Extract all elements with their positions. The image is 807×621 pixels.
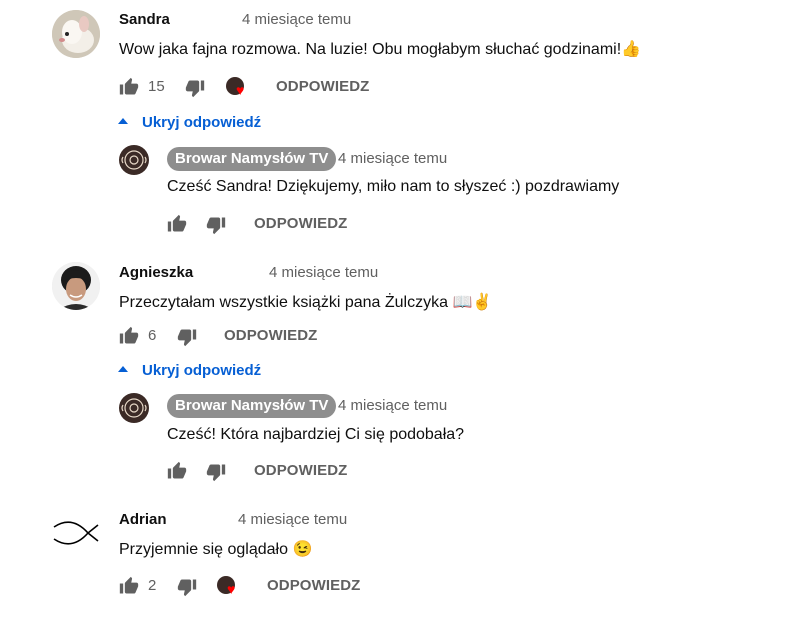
reply-button[interactable]: ODPOWIEDZ xyxy=(254,462,347,479)
reply-time[interactable]: 4 miesiące temu xyxy=(338,150,447,167)
heart-icon: ♥ xyxy=(227,581,236,597)
like-count: 15 xyxy=(148,78,165,95)
creator-heart: ♥ xyxy=(217,576,241,600)
thumbs-up-icon xyxy=(119,326,139,344)
thumbs-down-icon xyxy=(206,217,226,235)
reply-time[interactable]: 4 miesiące temu xyxy=(338,397,447,414)
dislike-button[interactable] xyxy=(206,462,226,482)
dislike-button[interactable] xyxy=(177,327,197,347)
like-button[interactable] xyxy=(119,326,139,346)
reply-text: Cześć! Która najbardziej Ci się podobała… xyxy=(167,426,465,443)
thumbs-up-icon xyxy=(119,77,139,95)
like-count: 6 xyxy=(148,327,157,344)
reply-text: Cześć Sandra! Dziękujemy, miło nam to sł… xyxy=(167,178,620,195)
channel-name-chip[interactable]: Browar Namysłów TV xyxy=(167,394,337,418)
comment-text-content: Przeczytałam wszystkie książki pana Żulc… xyxy=(119,294,448,311)
hide-replies-toggle[interactable]: Ukryj odpowiedź xyxy=(118,362,261,380)
reply-button[interactable]: ODPOWIEDZ xyxy=(224,327,317,344)
comment-text-content: Wow jaka fajna rozmowa. Na luzie! Obu mo… xyxy=(119,41,622,58)
comment-time[interactable]: 4 miesiące temu xyxy=(242,11,351,28)
browar-logo-icon xyxy=(121,398,147,418)
hide-replies-toggle[interactable]: Ukryj odpowiedź xyxy=(118,114,261,132)
comment-author[interactable]: Agnieszka xyxy=(119,264,193,281)
comment-text: Przyjemnie się oglądało 😉 xyxy=(119,539,312,559)
redacted-handle xyxy=(171,9,239,31)
comment-text: Wow jaka fajna rozmowa. Na luzie! Obu mo… xyxy=(119,39,641,59)
dislike-button[interactable] xyxy=(206,215,226,235)
hide-replies-label: Ukryj odpowiedź xyxy=(142,362,262,379)
comment-text-content: Przyjemnie się oglądało xyxy=(119,541,288,558)
woman-avatar-image xyxy=(52,262,100,310)
thumbs-down-icon xyxy=(177,579,197,597)
thumbs-down-icon xyxy=(185,80,205,98)
comment-text: Przeczytałam wszystkie książki pana Żulc… xyxy=(119,292,492,312)
like-count: 2 xyxy=(148,577,157,594)
dislike-button[interactable] xyxy=(185,78,205,98)
hide-replies-label: Ukryj odpowiedź xyxy=(142,114,262,131)
channel-avatar[interactable] xyxy=(119,145,149,175)
wink-emoji: 😉 xyxy=(292,541,313,558)
thumbs-down-icon xyxy=(177,329,197,347)
book-victory-emoji: 📖✌️ xyxy=(452,294,493,311)
avatar-agnieszka[interactable] xyxy=(52,262,100,310)
comment-author[interactable]: Adrian xyxy=(119,511,167,528)
dog-avatar-image xyxy=(52,10,100,58)
redacted-handle xyxy=(199,261,266,283)
reply-button[interactable]: ODPOWIEDZ xyxy=(276,78,369,95)
like-button[interactable] xyxy=(167,461,187,481)
ichthys-fish-avatar xyxy=(53,521,99,545)
caret-up-icon xyxy=(118,117,128,124)
redacted-handle xyxy=(168,509,236,531)
thumbs-up-emoji: 👍 xyxy=(621,41,642,58)
caret-up-icon xyxy=(118,365,128,372)
avatar-adrian[interactable] xyxy=(52,509,100,557)
reply-button[interactable]: ODPOWIEDZ xyxy=(267,577,360,594)
comment-author[interactable]: Sandra xyxy=(119,11,170,28)
thumbs-up-icon xyxy=(167,214,187,232)
like-button[interactable] xyxy=(167,214,187,234)
reply-button[interactable]: ODPOWIEDZ xyxy=(254,215,347,232)
like-button[interactable] xyxy=(119,77,139,97)
comment-time[interactable]: 4 miesiące temu xyxy=(238,511,347,528)
avatar-sandra[interactable] xyxy=(52,10,100,58)
like-button[interactable] xyxy=(119,576,139,596)
dislike-button[interactable] xyxy=(177,577,197,597)
thumbs-up-icon xyxy=(167,461,187,479)
thumbs-up-icon xyxy=(119,576,139,594)
thumbs-down-icon xyxy=(206,464,226,482)
channel-name-chip[interactable]: Browar Namysłów TV xyxy=(167,147,337,171)
comment-time[interactable]: 4 miesiące temu xyxy=(269,264,378,281)
browar-logo-icon xyxy=(121,150,147,170)
creator-heart: ♥ xyxy=(226,77,250,101)
channel-avatar[interactable] xyxy=(119,393,149,423)
heart-icon: ♥ xyxy=(236,82,245,98)
